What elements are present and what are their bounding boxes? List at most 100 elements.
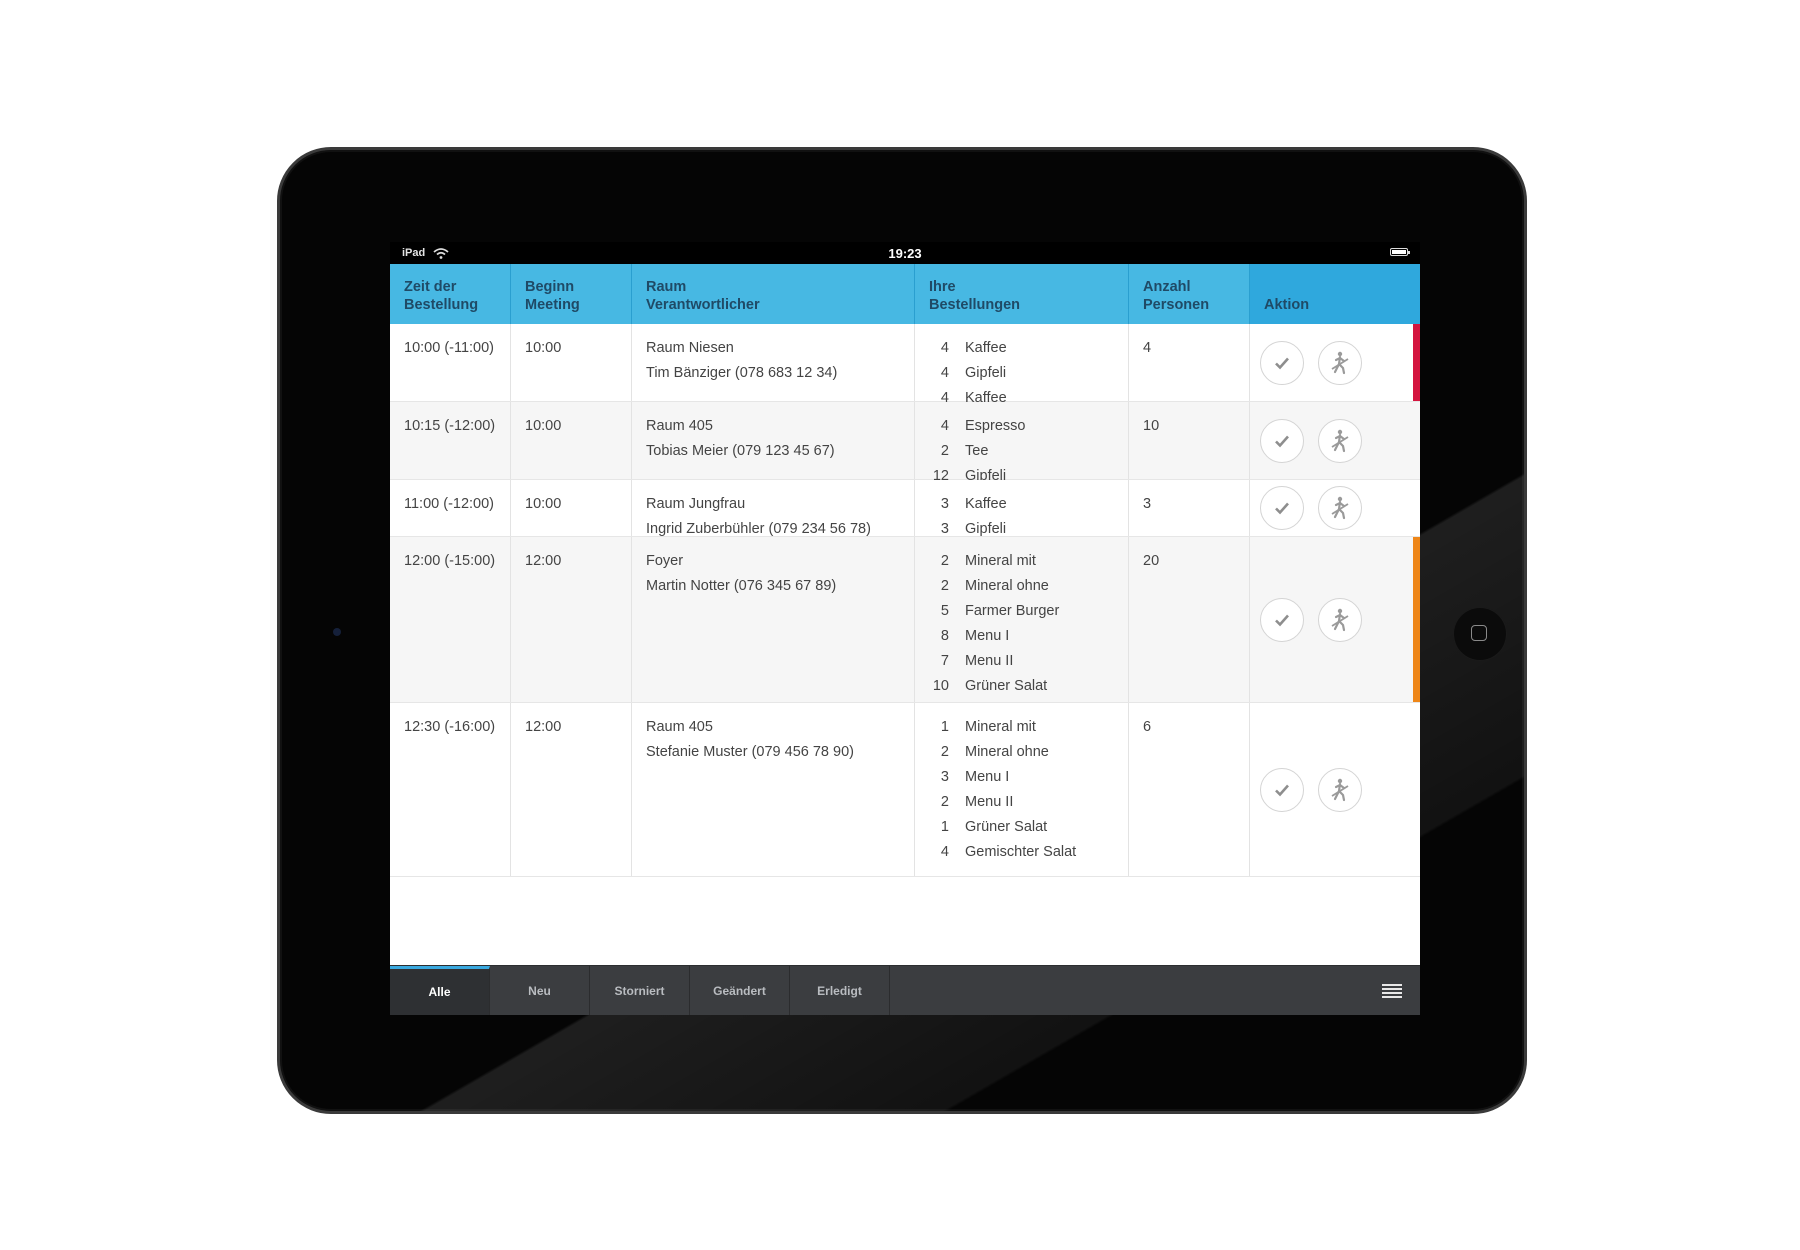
screen: iPad 19:23 Zeit der Bestellung Beginn Meeti… xyxy=(390,242,1420,1015)
order-name: Kaffee xyxy=(965,496,1007,512)
room-cell: Foyer Martin Notter (076 345 67 89) xyxy=(632,537,915,702)
tab-alle[interactable]: Alle xyxy=(390,966,490,1015)
persons-count: 4 xyxy=(1129,324,1250,401)
cancel-walk-button[interactable] xyxy=(1318,767,1362,812)
table-row[interactable]: 12:00 (-15:00) 12:00 Foyer Martin Notter (0… xyxy=(390,537,1420,719)
order-qty: 4 xyxy=(940,365,949,381)
check-icon xyxy=(1275,784,1289,796)
order-item: 4 Kaffee xyxy=(929,336,1116,361)
persons-count: 10 xyxy=(1129,402,1250,479)
order-time: 12:00 (-15:00) xyxy=(390,537,511,702)
order-qty: 3 xyxy=(940,769,949,785)
status-flag xyxy=(1413,324,1420,401)
order-name: Farmer Burger xyxy=(965,603,1060,619)
table-row[interactable]: 10:00 (-11:00) 10:00 Raum Niesen Tim Bänzig… xyxy=(390,324,1420,406)
order-qty: 4 xyxy=(940,340,949,356)
orders-cell: 3 Kaffee 3 Gipfeli xyxy=(915,480,1129,537)
cancel-walk-button[interactable] xyxy=(1318,418,1362,463)
check-icon xyxy=(1275,357,1289,369)
column-header: Aktion xyxy=(1250,264,1420,324)
table-row[interactable]: 12:30 (-16:00) 12:00 Raum 405 Stefanie Must… xyxy=(390,703,1420,877)
done-button[interactable] xyxy=(1260,767,1304,812)
order-qty: 2 xyxy=(940,744,949,760)
action-cell xyxy=(1250,324,1420,401)
order-name: Menu II xyxy=(965,794,1014,810)
meeting-begin: 10:00 xyxy=(511,324,632,401)
order-name: Grüner Salat xyxy=(965,678,1048,694)
home-button[interactable] xyxy=(1454,608,1506,660)
table-row[interactable]: 10:15 (-12:00) 10:00 Raum 405 Tobias Meier … xyxy=(390,402,1420,484)
cancel-walk-button[interactable] xyxy=(1318,486,1362,530)
room-name: Foyer xyxy=(646,553,684,569)
column-header-line2: Verantwortlicher xyxy=(646,297,760,313)
order-item: 4 Gemischter Salat xyxy=(929,840,1116,865)
column-header: Raum Verantwortlicher xyxy=(632,264,915,324)
order-qty: 2 xyxy=(940,794,949,810)
check-icon xyxy=(1275,502,1289,515)
orders-cell: 2 Mineral mit 2 Mineral ohne 5 Farmer Burger 8… xyxy=(915,537,1129,719)
order-name: Mineral ohne xyxy=(965,578,1049,594)
order-item: 1 Grüner Salat xyxy=(929,815,1116,840)
order-name: Mineral mit xyxy=(965,553,1036,569)
column-header-line1: Beginn xyxy=(525,279,575,295)
column-header-line1: Raum xyxy=(646,279,687,295)
order-time: 12:30 (-16:00) xyxy=(390,703,511,876)
order-name: Menu II xyxy=(965,653,1014,669)
tab-neu[interactable]: Neu xyxy=(490,966,590,1015)
column-header-line1: Ihre xyxy=(929,279,956,295)
order-name: Mineral ohne xyxy=(965,744,1049,760)
done-button[interactable] xyxy=(1260,418,1304,463)
room-name: Raum Jungfrau xyxy=(646,496,746,512)
room-cell: Raum 405 Tobias Meier (079 123 45 67) xyxy=(632,402,915,479)
person-walking-icon xyxy=(1331,608,1349,631)
done-button[interactable] xyxy=(1260,597,1304,642)
order-qty: 1 xyxy=(940,819,949,835)
order-name: Menu I xyxy=(965,628,1010,644)
done-button[interactable] xyxy=(1260,486,1304,530)
action-cell xyxy=(1250,402,1420,479)
order-name: Mineral mit xyxy=(965,719,1036,735)
tab-geändert[interactable]: Geändert xyxy=(690,966,790,1015)
order-item: 3 Kaffee xyxy=(929,492,1116,517)
responsible-person: Tobias Meier (079 123 45 67) xyxy=(646,443,835,459)
done-button[interactable] xyxy=(1260,340,1304,385)
order-name: Grüner Salat xyxy=(965,819,1048,835)
column-header-line2: Personen xyxy=(1143,297,1210,313)
persons-count: 3 xyxy=(1129,480,1250,536)
responsible-person: Tim Bänziger (078 683 12 34) xyxy=(646,365,838,381)
table-header: Zeit der Bestellung Beginn Meeting Raum Veran… xyxy=(390,264,1420,324)
battery-icon xyxy=(1390,248,1410,256)
cancel-walk-button[interactable] xyxy=(1318,597,1362,642)
order-time: 10:00 (-11:00) xyxy=(390,324,511,401)
person-walking-icon xyxy=(1331,778,1349,801)
tab-erledigt[interactable]: Erledigt xyxy=(790,966,890,1015)
tab-storniert[interactable]: Storniert xyxy=(590,966,690,1015)
order-qty: 3 xyxy=(940,496,949,512)
order-item: 4 Espresso xyxy=(929,414,1116,439)
column-header-line2: Meeting xyxy=(525,297,580,313)
order-item: 5 Farmer Burger xyxy=(929,599,1116,624)
order-name: Espresso xyxy=(965,418,1026,434)
order-item: 7 Menu II xyxy=(929,649,1116,674)
persons-count: 6 xyxy=(1129,703,1250,876)
order-qty: 1 xyxy=(940,719,949,735)
check-icon xyxy=(1275,614,1289,626)
column-header-line2: Aktion xyxy=(1264,297,1310,313)
table-row[interactable]: 11:00 (-12:00) 10:00 Raum Jungfrau Ingrid Z… xyxy=(390,480,1420,537)
cancel-walk-button[interactable] xyxy=(1318,340,1362,385)
home-square-icon xyxy=(1471,625,1487,641)
order-qty: 2 xyxy=(940,553,949,569)
hamburger-menu-icon[interactable] xyxy=(1382,984,1402,998)
order-qty: 8 xyxy=(940,628,949,644)
orders-cell: 4 Espresso 2 Tee 12 Gipfeli xyxy=(915,402,1129,484)
column-header-line1: Zeit der xyxy=(404,279,457,295)
meeting-begin: 10:00 xyxy=(511,402,632,479)
order-item: 2 Mineral ohne xyxy=(929,574,1116,599)
order-rows: 10:00 (-11:00) 10:00 Raum Niesen Tim Bänzig… xyxy=(390,324,1420,877)
action-cell xyxy=(1250,537,1420,702)
persons-count: 20 xyxy=(1129,537,1250,702)
room-name: Raum 405 xyxy=(646,418,713,434)
camera-icon xyxy=(333,628,341,636)
order-name: Gipfeli xyxy=(965,365,1007,381)
order-name: Tee xyxy=(965,443,989,459)
